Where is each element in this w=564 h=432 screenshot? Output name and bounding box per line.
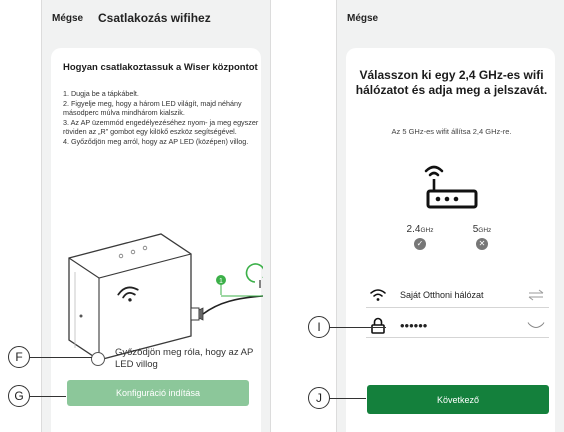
network-name: Saját Otthoni hálózat [400, 290, 484, 300]
step-item: 4. Győződjön meg arról, hogy az AP LED (… [63, 136, 249, 146]
instruction-figure: Mégse Csatlakozás wifihez Hogyan csatlak… [0, 0, 564, 432]
led-confirm-checkbox[interactable] [91, 352, 105, 366]
cross-icon: ✕ [476, 238, 488, 250]
callout-j-leader [328, 398, 366, 399]
top-bar: Mégse Csatlakozás wifihez [42, 0, 270, 42]
page-title: Válasszon ki egy 2,4 GHz-es wifi hálózat… [355, 68, 548, 97]
cancel-button[interactable]: Mégse [52, 13, 83, 24]
cancel-button[interactable]: Mégse [347, 13, 378, 24]
band-unit: GHz [478, 227, 492, 234]
step-badge-number: 1 [219, 278, 223, 285]
eye-icon[interactable] [527, 320, 545, 332]
lock-icon [371, 317, 385, 334]
band-5ghz: 5GHz ✕ [462, 224, 502, 250]
band-2-4ghz: 2.4GHz ✓ [400, 224, 440, 250]
callout-f: F [8, 346, 30, 368]
step-item: 1. Dugja be a tápkábelt. [63, 89, 139, 98]
wifi-icon [370, 289, 386, 301]
callout-j: J [308, 387, 330, 409]
band-value: 2.4 [406, 224, 421, 235]
instructions-card: Hogyan csatlakoztassuk a Wiser központot… [51, 48, 263, 432]
network-card: Válasszon ki egy 2,4 GHz-es wifi hálózat… [346, 48, 555, 432]
band-hint: Az 5 GHz-es wifit állítsa 2,4 GHz-re. [391, 127, 512, 136]
led-confirm-label: Győződjön meg róla, hogy az AP LED villo… [115, 347, 254, 370]
hub-device-illustration: 1 [68, 233, 263, 361]
callout-i: I [308, 316, 330, 338]
check-icon: ✓ [414, 238, 426, 250]
howto-title: Hogyan csatlakoztassuk a Wiser központot [63, 62, 258, 73]
next-button[interactable]: Következő [367, 385, 549, 414]
network-select-field[interactable]: Saját Otthoni hálózat [366, 286, 549, 308]
band-unit: GHz [420, 227, 434, 234]
steps-list: 1. Dugja be a tápkábelt. 2. Figyelje meg… [63, 89, 263, 146]
step-item: 2. Figyelje meg, hogy a három LED világí… [63, 98, 242, 118]
select-network-screen: Mégse Válasszon ki egy 2,4 GHz-es wifi h… [336, 0, 564, 432]
led-confirm-row[interactable]: Győződjön meg róla, hogy az AP LED villo… [91, 346, 261, 374]
connect-wifi-screen: Mégse Csatlakozás wifihez Hogyan csatlak… [41, 0, 271, 432]
router-icon [424, 165, 478, 209]
callout-g: G [8, 385, 30, 407]
password-value: •••••• [400, 318, 428, 333]
step-item: 3. Az AP üzemmód engedélyezéséhez nyom- … [63, 117, 259, 137]
callout-i-leader [328, 327, 386, 328]
page-title: Csatlakozás wifihez [98, 11, 211, 25]
start-configuration-button[interactable]: Konfiguráció indítása [67, 380, 249, 406]
swap-icon[interactable] [527, 288, 545, 302]
password-field[interactable]: •••••• [366, 316, 549, 338]
top-bar: Mégse [337, 0, 564, 42]
callout-g-leader [30, 396, 66, 397]
callout-f-leader [30, 357, 92, 358]
